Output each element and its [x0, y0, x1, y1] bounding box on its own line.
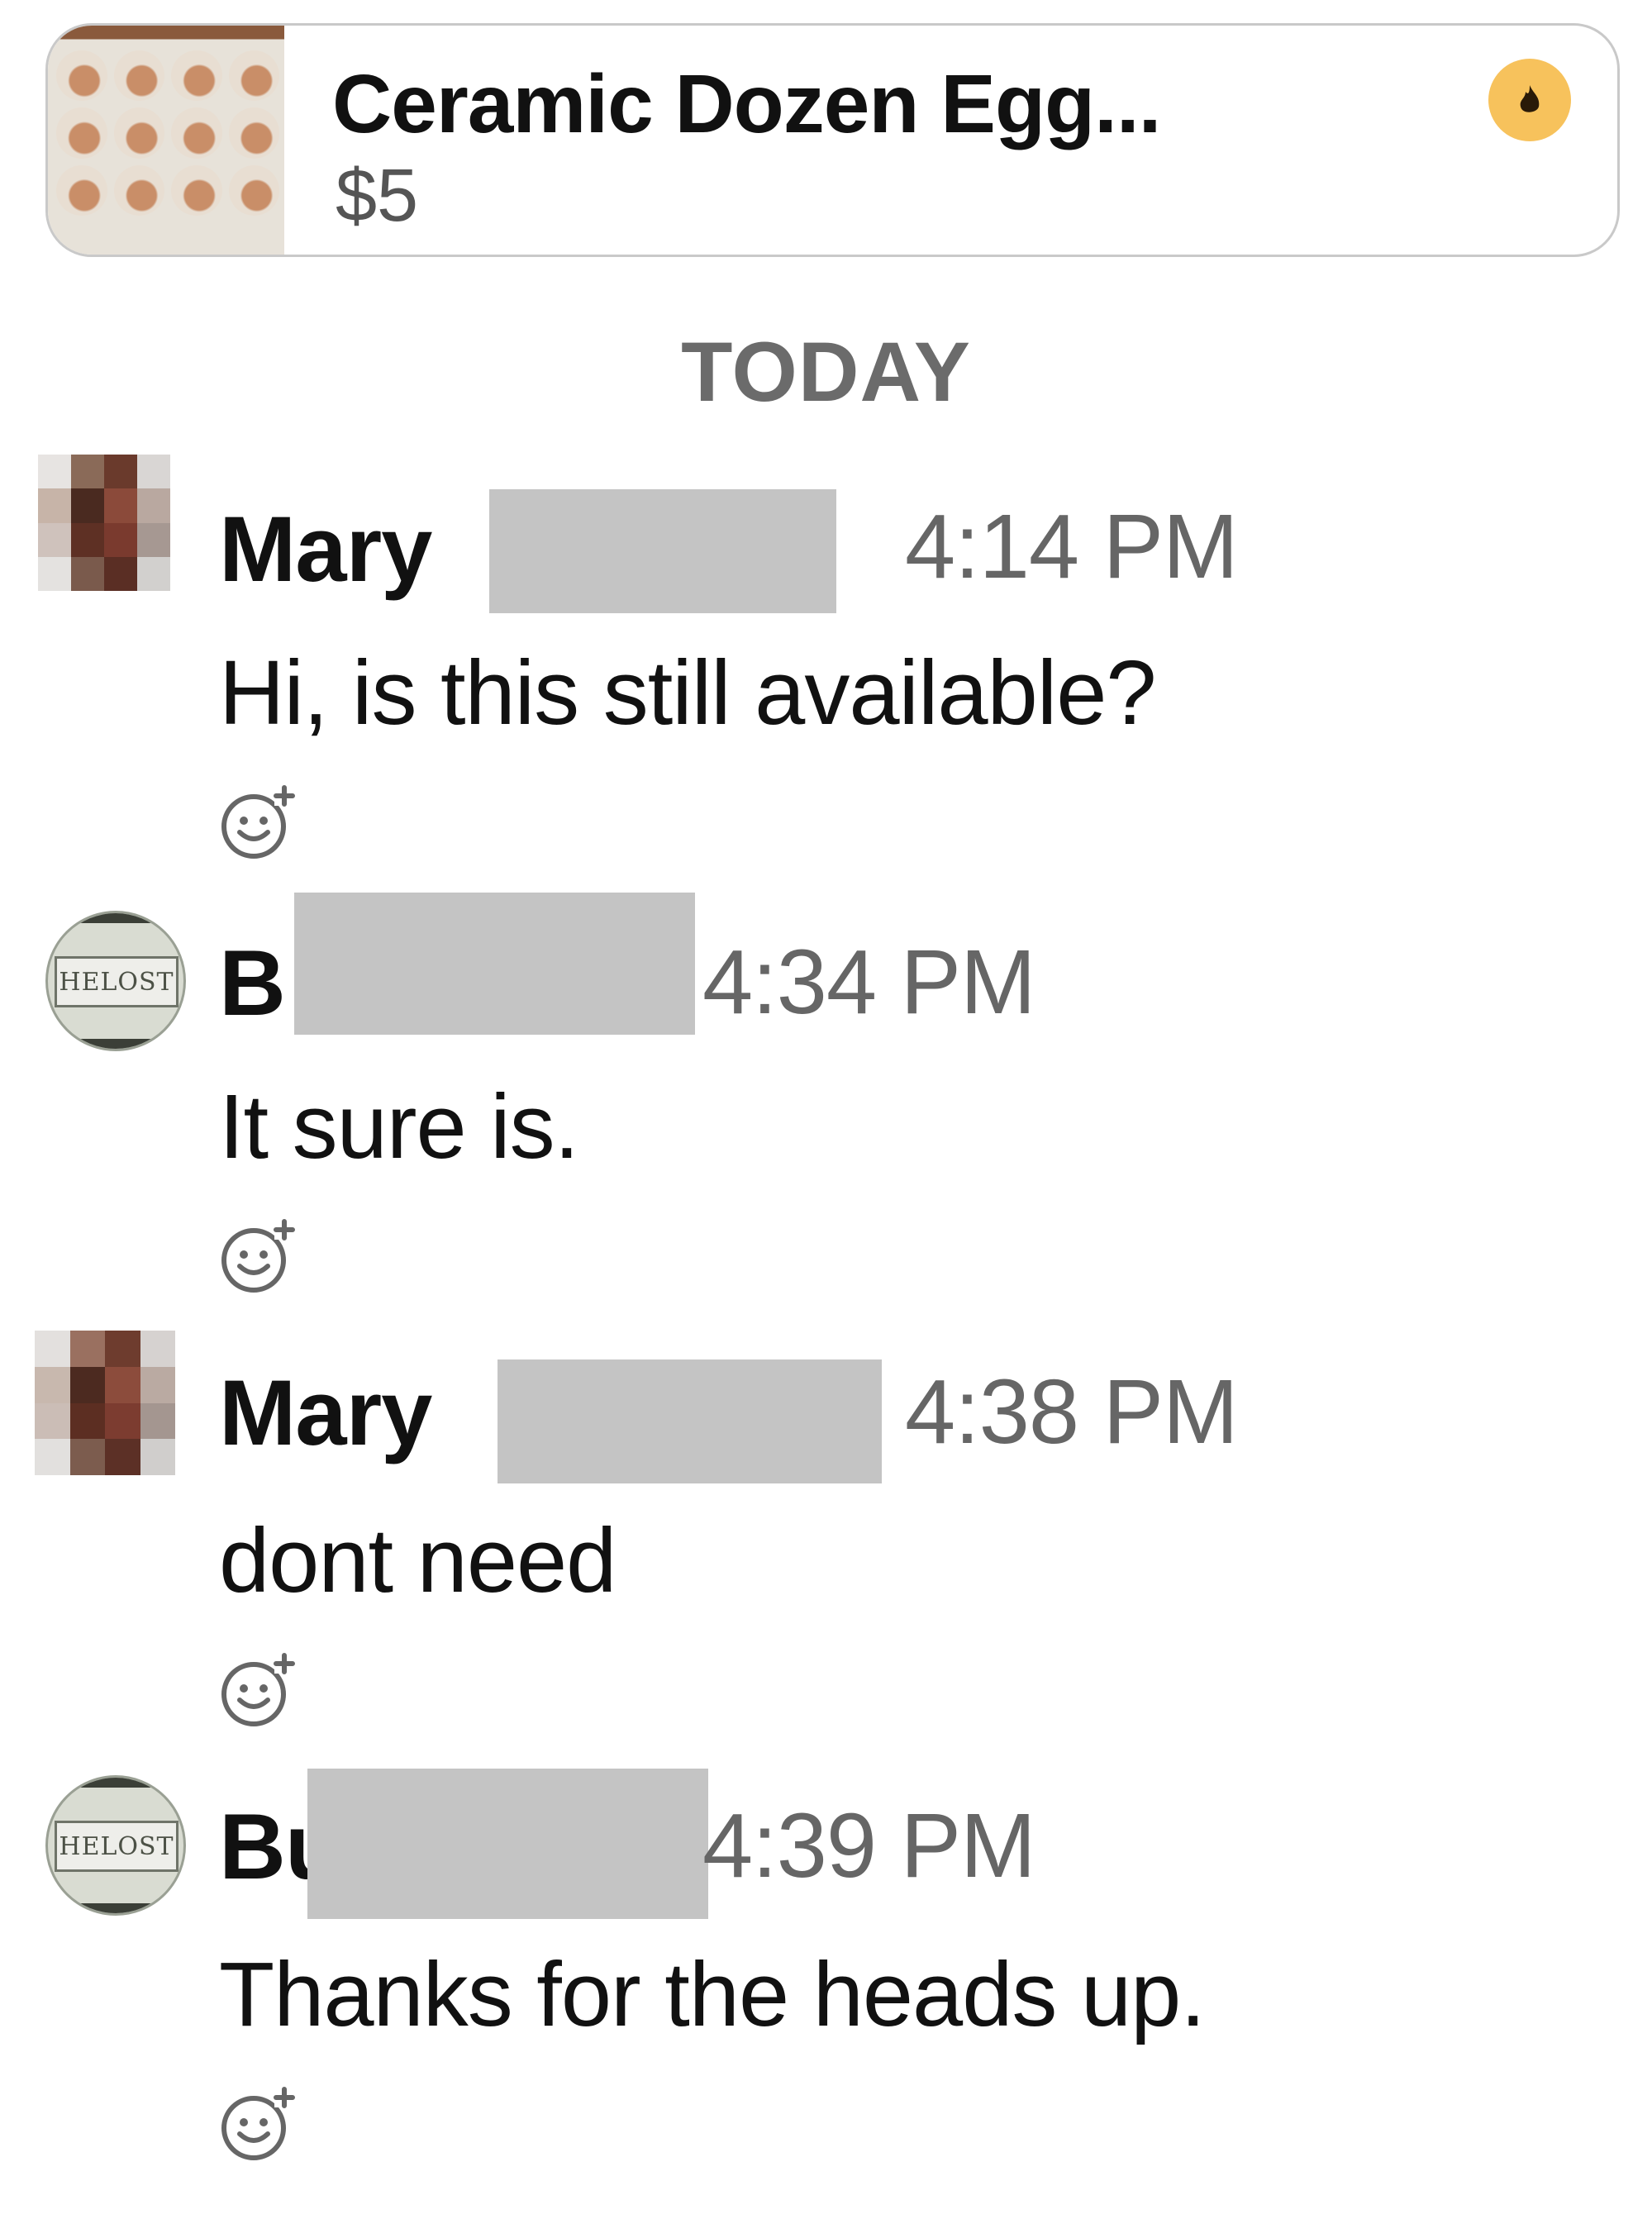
listing-price: $5	[336, 155, 419, 237]
listing-title: Ceramic Dozen Egg...	[332, 58, 1161, 150]
listing-card[interactable]: Ceramic Dozen Egg... $5	[45, 23, 1620, 257]
avatar[interactable]: HELOST	[45, 911, 186, 1051]
message-time: 4:39 PM	[702, 1795, 1036, 1897]
avatar[interactable]: HELOST	[45, 1775, 186, 1916]
redaction-block	[489, 489, 836, 613]
redaction-block	[294, 893, 695, 1035]
add-reaction-button[interactable]	[217, 2083, 299, 2165]
message-text: Thanks for the heads up.	[219, 1944, 1206, 2045]
day-divider: TODAY	[681, 325, 971, 419]
message-text: dont need	[219, 1510, 617, 1612]
redaction-block	[307, 1769, 708, 1919]
add-reaction-icon	[221, 1653, 295, 1726]
add-reaction-icon	[221, 2087, 295, 2160]
avatar[interactable]	[38, 455, 170, 591]
message-time: 4:14 PM	[905, 496, 1239, 598]
avatar-plate-text: HELOST	[55, 956, 179, 1007]
message-time: 4:38 PM	[905, 1361, 1239, 1463]
add-reaction-icon	[221, 1219, 295, 1293]
listing-thumbnail	[48, 26, 284, 255]
add-reaction-icon	[221, 785, 295, 859]
redaction-block	[498, 1359, 882, 1483]
add-reaction-button[interactable]	[217, 1649, 299, 1731]
message-text: It sure is.	[219, 1076, 579, 1178]
add-reaction-button[interactable]	[217, 781, 299, 864]
sender-name: Mary	[219, 498, 432, 601]
sender-name: Mary	[219, 1361, 432, 1464]
add-reaction-button[interactable]	[217, 1215, 299, 1298]
flame-icon	[1488, 59, 1571, 141]
avatar[interactable]	[35, 1331, 175, 1475]
message-time: 4:34 PM	[702, 931, 1036, 1033]
sender-name: B	[219, 931, 286, 1035]
message-text: Hi, is this still available?	[219, 642, 1157, 744]
avatar-plate-text: HELOST	[55, 1821, 179, 1872]
